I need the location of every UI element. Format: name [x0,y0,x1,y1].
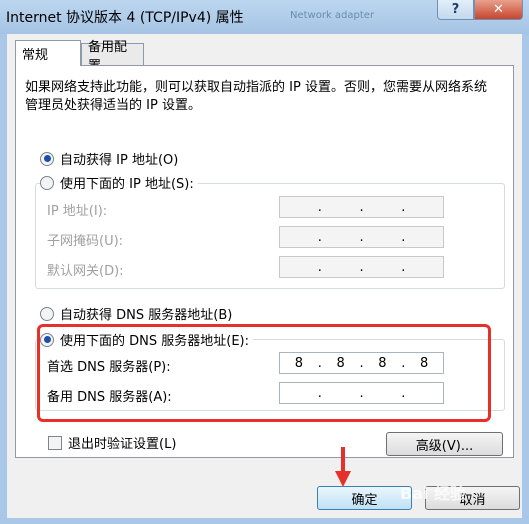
subnet-mask-input[interactable]: . . . [279,226,444,248]
validate-on-exit-checkbox[interactable]: 退出时验证设置(L) [48,433,176,452]
radio-manual-ip[interactable]: 使用下面的 IP 地址(S): [40,173,198,192]
validate-on-exit-label: 退出时验证设置(L) [68,437,177,452]
subnet-mask-label: 子网掩码(U): [47,234,124,249]
tab-alternate-config[interactable]: 备用配置 [81,40,144,74]
tab-general[interactable]: 常规 [15,40,81,66]
background-window-title: Network adapter [290,10,375,21]
dialog-body: 常规 备用配置 如果网络支持此功能，则可以获取自动指派的 IP 设置。否则，您需… [7,34,522,518]
checkbox-icon [48,435,62,450]
radio-auto-dns-label: 自动获得 DNS 服务器地址(B) [60,308,233,323]
default-gateway-label: 默认网关(D): [47,264,124,279]
radio-auto-dns[interactable]: 自动获得 DNS 服务器地址(B) [40,304,232,323]
window-title: Internet 协议版本 4 (TCP/IPv4) 属性 [6,10,244,26]
advanced-button[interactable]: 高级(V)... [386,432,503,456]
radio-unselected-icon [40,306,54,321]
highlight-annotation [37,324,491,422]
ok-button[interactable]: 确定 [317,486,412,510]
radio-manual-ip-label: 使用下面的 IP 地址(S): [60,177,194,192]
help-icon: ? [451,2,460,17]
watermark: Bai 经验 [400,484,467,503]
close-button[interactable]: ✕ [474,0,523,20]
ip-address-input[interactable]: . . . [279,196,444,218]
arrow-down-icon [335,447,351,487]
radio-unselected-icon [40,175,54,190]
title-bar: Internet 协议版本 4 (TCP/IPv4) 属性 Network ad… [0,0,529,34]
help-button[interactable]: ? [437,0,474,20]
radio-auto-ip-label: 自动获得 IP 地址(O) [60,153,179,168]
default-gateway-input[interactable]: . . . [279,256,444,278]
intro-text: 如果网络支持此功能，则可以获取自动指派的 IP 设置。否则，您需要从网络系统管理… [25,80,487,113]
radio-selected-icon [40,151,54,166]
close-icon: ✕ [493,2,504,17]
ip-address-label: IP 地址(I): [47,204,108,219]
radio-auto-ip[interactable]: 自动获得 IP 地址(O) [40,149,178,168]
